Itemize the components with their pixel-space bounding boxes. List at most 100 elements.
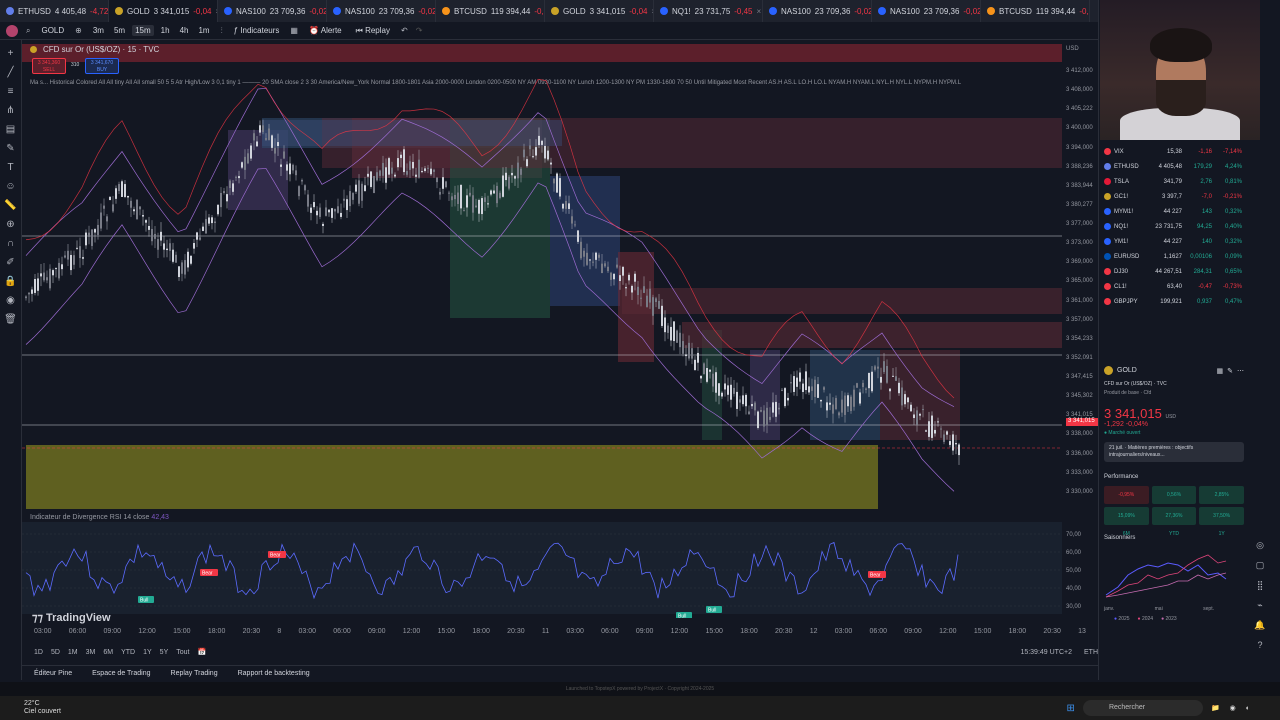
app-icon[interactable]: ◐ [1246, 705, 1250, 712]
watchlist-row[interactable]: GBPJPY 199,921 0,937 0,47% [1104, 294, 1244, 309]
add-symbol-icon[interactable]: ⊕ [75, 26, 82, 35]
bull-text: Bull [678, 614, 686, 619]
watchlist-row[interactable]: CL1! 63,40 -0,47 -0,73% [1104, 279, 1244, 294]
horizontal-lines-icon[interactable]: ≡ [8, 86, 14, 97]
bottom-tab[interactable]: Éditeur Pine [34, 670, 72, 677]
symbol-tab[interactable]: BTCUSD119 394,44-0,28× [981, 0, 1090, 22]
interval-button[interactable]: 1m [195, 25, 212, 36]
interval-button[interactable]: 5m [111, 25, 128, 36]
trash-icon[interactable]: 🗑 [4, 314, 17, 325]
symbol-icon [224, 7, 232, 15]
interval-button[interactable]: 4h [177, 25, 192, 36]
text-icon[interactable]: T [7, 162, 13, 173]
interval-button[interactable]: 15m [132, 25, 154, 36]
seasonals-legend-item[interactable]: ● 2023 [1161, 616, 1177, 622]
weather-widget[interactable]: 22°C Ciel couvert [0, 700, 61, 716]
symbol-tab[interactable]: GOLD3 341,015-0,04× [545, 0, 654, 22]
search-icon[interactable]: ⌕ [26, 26, 30, 36]
magnet-icon[interactable]: ∩ [7, 238, 14, 249]
pencil-lock-icon[interactable]: ✐ [6, 257, 14, 268]
windows-icon[interactable]: ⊞ [1067, 703, 1075, 714]
ruler-icon[interactable]: 📏 [4, 200, 16, 211]
folder-icon[interactable]: 📁 [1211, 704, 1220, 712]
price-axis[interactable]: USD 3 412,000 3 408,000 3 405,222 3 400,000… [1062, 40, 1100, 510]
zoom-icon[interactable]: ⊕ [6, 219, 14, 230]
replay-button[interactable]: ⏮ Replay [353, 25, 393, 37]
watchlist-row[interactable]: GC1! 3 397,7 -7,0 -0,21% [1104, 189, 1244, 204]
edit-icon[interactable]: ✎ [1227, 367, 1233, 375]
watchlist-row[interactable]: NQ1! 23 731,75 94,25 0,40% [1104, 219, 1244, 234]
range-button[interactable]: 5D [51, 649, 60, 656]
chrome-icon[interactable]: ◉ [1230, 704, 1236, 712]
brush-icon[interactable]: ✎ [6, 143, 14, 154]
layout-icon[interactable]: ▦ [290, 26, 298, 35]
symbol-tab[interactable]: NAS10023 709,36-0,02× [763, 0, 872, 22]
seasonals-legend-item[interactable]: ● 2025 [1114, 616, 1130, 622]
crosshair-icon[interactable]: + [8, 48, 14, 59]
redo-icon[interactable]: ↷ [416, 26, 423, 35]
performance-cell[interactable]: 27,36% YTD [1151, 507, 1197, 537]
bell-icon[interactable]: 🔔 [1254, 620, 1265, 631]
calendar-icon[interactable]: 📅 [197, 648, 206, 656]
gann-icon[interactable]: ▤ [6, 124, 15, 135]
trendline-icon[interactable]: ╱ [7, 67, 13, 78]
symbol-search-button[interactable]: GOLD [38, 25, 67, 36]
alert-button[interactable]: ⏰ Alerte [306, 25, 345, 36]
layout-icon[interactable]: ▦ [1217, 367, 1224, 375]
watchlist-row[interactable]: MYM1! 44 227 143 0,32% [1104, 204, 1244, 219]
watchlist-row[interactable]: TSLA 341,79 2,76 0,81% [1104, 174, 1244, 189]
calendar-icon[interactable]: ▢ [1256, 560, 1265, 571]
chart-canvas[interactable]: CFD sur Or (US$/OZ) · 15 · TVC 3 341,360… [22, 40, 1100, 650]
news-item[interactable]: 21 juil. · Matières premières : objectif… [1104, 442, 1244, 462]
range-button[interactable]: 1M [68, 649, 78, 656]
symbol-tab[interactable]: ETHUSD4 405,48-4,72× [0, 0, 109, 22]
bottom-tab[interactable]: Replay Trading [171, 670, 218, 677]
indicators-button[interactable]: ƒ Indicateurs [231, 25, 283, 36]
range-button[interactable]: 3M [86, 649, 96, 656]
watchlist-row[interactable]: VIX 15,38 -1,16 -7,14% [1104, 144, 1244, 159]
interval-button[interactable]: 1h [158, 25, 173, 36]
performance-cell[interactable]: -0,95%1W [1104, 486, 1149, 516]
range-button[interactable]: Tout [176, 649, 189, 656]
more-icon[interactable]: ⋯ [1237, 367, 1244, 375]
undo-icon[interactable]: ↶ [401, 26, 408, 35]
symbol-tab[interactable]: NAS10023 709,36-0,02× [218, 0, 327, 22]
bottom-tab[interactable]: Rapport de backtesting [238, 670, 310, 677]
time-axis[interactable]: 03:00 06:00 09:00 12:00 15:00 18:00 20:30 8 03:0… [22, 628, 1098, 642]
range-button[interactable]: 5Y [160, 649, 169, 656]
symbol-tab[interactable]: GOLD3 341,015-0,04× [109, 0, 218, 22]
fork-icon[interactable]: ⋔ [6, 105, 14, 116]
performance-cell[interactable]: 15,09% 6M [1104, 507, 1149, 537]
watchlist-row[interactable]: YM1! 44 227 140 0,32% [1104, 234, 1244, 249]
range-button[interactable]: 1Y [143, 649, 152, 656]
chart-type-icon[interactable]: ⫶ [221, 26, 223, 36]
pattern-icon[interactable]: ☺ [5, 181, 15, 192]
target-icon[interactable]: ◎ [1256, 540, 1264, 551]
broadcast-icon[interactable]: ⌁ [1257, 600, 1262, 611]
watchlist-row[interactable]: ETHUSD 4 405,48 179,29 4,24% [1104, 159, 1244, 174]
time-tick: 15:00 [705, 628, 723, 635]
performance-cell[interactable]: 2,85%3M [1199, 486, 1244, 516]
symbol-tab[interactable]: NAS10023 709,36-0,02× [327, 0, 436, 22]
avatar[interactable] [6, 24, 18, 37]
watchlist-row[interactable]: EURUSD 1,1627 0,00106 0,09% [1104, 249, 1244, 264]
symbol-tab[interactable]: BTCUSD119 394,44-0,28× [436, 0, 545, 22]
range-button[interactable]: YTD [121, 649, 135, 656]
session-label[interactable]: ETH [1084, 649, 1098, 656]
range-button[interactable]: 6M [103, 649, 113, 656]
taskbar-search[interactable]: Rechercher [1082, 700, 1203, 716]
watchlist-row[interactable]: DJ30 44 267,51 284,31 0,65% [1104, 264, 1244, 279]
performance-cell[interactable]: 0,56%1M [1151, 486, 1197, 516]
close-icon[interactable]: × [757, 7, 762, 16]
performance-cell[interactable]: 37,50% 1Y [1199, 507, 1244, 537]
range-button[interactable]: 1D [34, 649, 43, 656]
symbol-tab[interactable]: NQ1! 23 731,75 -0,45 × [654, 0, 763, 22]
seasonals-legend-item[interactable]: ● 2024 [1138, 616, 1154, 622]
symbol-tab[interactable]: NAS10023 709,36-0,02× [872, 0, 981, 22]
apps-icon[interactable]: ⣿ [1257, 580, 1264, 591]
eye-icon[interactable]: ◉ [6, 295, 15, 306]
bottom-tab[interactable]: Espace de Trading [92, 670, 150, 677]
interval-button[interactable]: 3m [90, 25, 107, 36]
help-icon[interactable]: ? [1257, 640, 1262, 650]
lock-icon[interactable]: 🔒 [4, 276, 16, 287]
